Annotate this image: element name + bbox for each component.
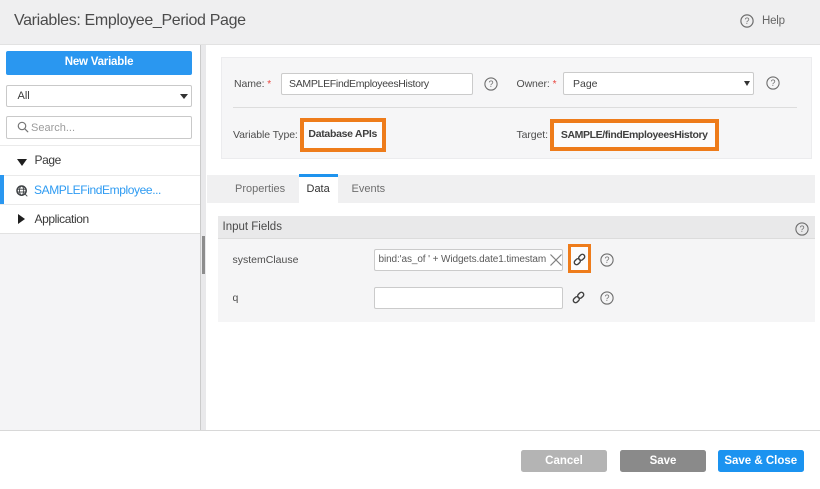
svg-text:?: ? — [770, 78, 775, 88]
svg-text:?: ? — [800, 224, 805, 234]
svg-text:?: ? — [488, 79, 493, 89]
svg-text:?: ? — [744, 16, 749, 26]
svg-text:?: ? — [604, 293, 609, 303]
svg-text:?: ? — [604, 255, 609, 265]
